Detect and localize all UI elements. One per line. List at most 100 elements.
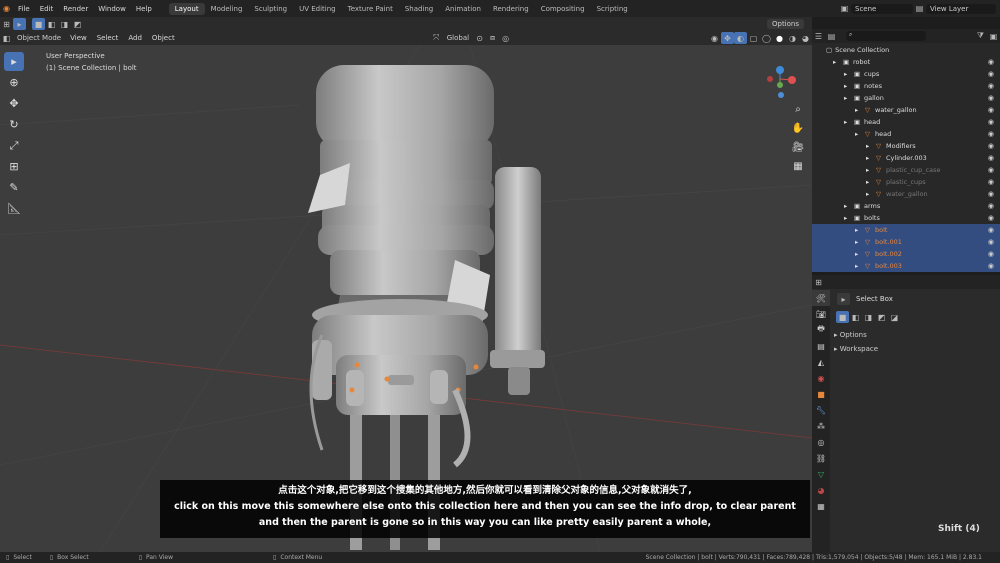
options-panel[interactable]: ▸ Options: [834, 331, 867, 339]
expand-chevron-icon[interactable]: ▸: [844, 202, 847, 210]
expand-chevron-icon[interactable]: ▸: [855, 106, 858, 114]
visibility-eye-icon[interactable]: ◉: [988, 238, 994, 246]
outliner-row[interactable]: ▸ ▣ cups ◉: [812, 68, 1000, 80]
expand-chevron-icon[interactable]: ▸: [855, 130, 858, 138]
mode-set-icon[interactable]: ■: [836, 311, 849, 323]
outliner-row[interactable]: ▸ ▽ water_gallon ◉: [812, 188, 1000, 200]
new-collection-icon[interactable]: ▣: [987, 30, 1000, 42]
outliner-editor-icon[interactable]: ☰: [812, 30, 825, 42]
outliner-row[interactable]: ▸ ▽ plastic_cups ◉: [812, 176, 1000, 188]
expand-chevron-icon[interactable]: ▸: [844, 118, 847, 126]
visibility-eye-icon[interactable]: ◉: [988, 190, 994, 198]
menu-object[interactable]: Object: [147, 34, 180, 42]
pivot-icon[interactable]: ⊙: [473, 32, 486, 44]
outliner-row[interactable]: ▸ ▽ plastic_cup_case ◉: [812, 164, 1000, 176]
expand-chevron-icon[interactable]: ▸: [833, 58, 836, 66]
material-tab-icon[interactable]: ◕: [812, 482, 830, 498]
visibility-eye-icon[interactable]: ◉: [988, 250, 994, 258]
mode-dropdown[interactable]: Object Mode: [13, 34, 65, 42]
outliner-row[interactable]: ▸ ▽ bolt.002 ◉: [812, 248, 1000, 260]
visibility-eye-icon[interactable]: ◉: [988, 106, 994, 114]
shading-wireframe-icon[interactable]: ◯: [760, 32, 773, 44]
transform-orientation-dropdown[interactable]: Global: [443, 34, 473, 42]
outliner-row[interactable]: ▸ ▣ arms ◉: [812, 200, 1000, 212]
outliner-row[interactable]: ▸ ▽ water_gallon ◉: [812, 104, 1000, 116]
mode-extend-icon[interactable]: ◧: [849, 311, 862, 323]
filter-icon[interactable]: ⧩: [974, 30, 987, 42]
expand-chevron-icon[interactable]: ▸: [844, 214, 847, 222]
outliner-row[interactable]: ▸ ▣ gallon ◉: [812, 92, 1000, 104]
tab-shading[interactable]: Shading: [399, 3, 439, 15]
expand-chevron-icon[interactable]: ▸: [866, 190, 869, 198]
scene-selector[interactable]: Scene: [851, 3, 913, 14]
outliner-search-input[interactable]: ⌕: [846, 31, 926, 41]
visibility-eye-icon[interactable]: ◉: [988, 94, 994, 102]
menu-select[interactable]: Select: [92, 34, 124, 42]
outliner-row[interactable]: ▸ ▽ Modifiers ◉: [812, 140, 1000, 152]
modifier-tab-icon[interactable]: 🔧︎: [812, 402, 830, 418]
select-mode-subtract-icon[interactable]: ◨: [58, 18, 71, 30]
expand-chevron-icon[interactable]: ▸: [844, 82, 847, 90]
mode-intersect-icon[interactable]: ◪: [888, 311, 901, 323]
visibility-eye-icon[interactable]: ◉: [988, 70, 994, 78]
tab-sculpting[interactable]: Sculpting: [248, 3, 293, 15]
select-mode-invert-icon[interactable]: ◩: [71, 18, 84, 30]
expand-chevron-icon[interactable]: ▸: [855, 238, 858, 246]
menu-window[interactable]: Window: [93, 5, 131, 13]
outliner-row[interactable]: ▸ ▣ head ◉: [812, 116, 1000, 128]
expand-chevron-icon[interactable]: ▸: [866, 178, 869, 186]
measure-tool-icon[interactable]: 📐︎: [4, 199, 24, 218]
menu-view[interactable]: View: [65, 34, 92, 42]
menu-file[interactable]: File: [13, 5, 35, 13]
visibility-eye-icon[interactable]: ◉: [988, 82, 994, 90]
world-tab-icon[interactable]: ◉: [812, 370, 830, 386]
visibility-eye-icon[interactable]: ◉: [988, 154, 994, 162]
constraints-tab-icon[interactable]: ⛓︎: [812, 450, 830, 466]
grid-view-icon[interactable]: ▦: [790, 157, 806, 176]
visibility-eye-icon[interactable]: ◉: [988, 262, 994, 270]
visibility-eye-icon[interactable]: ◉: [988, 178, 994, 186]
outliner-row[interactable]: ▸ ▣ notes ◉: [812, 80, 1000, 92]
menu-render[interactable]: Render: [58, 5, 93, 13]
menu-add[interactable]: Add: [123, 34, 147, 42]
visibility-icon[interactable]: ◉: [708, 32, 721, 44]
menu-edit[interactable]: Edit: [35, 5, 59, 13]
options-dropdown[interactable]: Options: [766, 19, 804, 29]
workspace-panel[interactable]: ▸ Workspace: [834, 345, 878, 353]
outliner-row[interactable]: ▸ ▽ bolt ◉: [812, 224, 1000, 236]
expand-chevron-icon[interactable]: ▸: [844, 70, 847, 78]
3d-viewport[interactable]: User Perspective (1) Scene Collection | …: [0, 45, 812, 552]
view-layer-selector[interactable]: View Layer: [926, 3, 996, 14]
tab-layout[interactable]: Layout: [168, 2, 205, 15]
snap-icon[interactable]: ⧈: [486, 32, 499, 44]
expand-chevron-icon[interactable]: ▸: [855, 226, 858, 234]
select-box-tool-icon[interactable]: ▸: [4, 52, 24, 71]
outliner-row[interactable]: ▸ ▽ bolt.001 ◉: [812, 236, 1000, 248]
gizmo-icon[interactable]: ✥: [721, 32, 734, 44]
tab-scripting[interactable]: Scripting: [591, 3, 634, 15]
cursor-tool-icon[interactable]: ⊕: [4, 73, 24, 92]
tab-compositing[interactable]: Compositing: [535, 3, 591, 15]
data-tab-icon[interactable]: ▽: [812, 466, 830, 482]
object-tab-icon[interactable]: ■: [812, 386, 830, 402]
expand-chevron-icon[interactable]: ▸: [855, 250, 858, 258]
view-layer-tab-icon[interactable]: ▤: [812, 338, 830, 354]
outliner-row[interactable]: ▸ ▽ head ◉: [812, 128, 1000, 140]
expand-chevron-icon[interactable]: ▸: [866, 166, 869, 174]
tab-animation[interactable]: Animation: [439, 3, 487, 15]
camera-icon[interactable]: 🎥︎: [790, 138, 806, 157]
physics-tab-icon[interactable]: ◎: [812, 434, 830, 450]
blender-logo-icon[interactable]: ◉: [0, 3, 13, 15]
shading-material-icon[interactable]: ◑: [786, 32, 799, 44]
shading-rendered-icon[interactable]: ◕: [799, 32, 812, 44]
expand-chevron-icon[interactable]: ▸: [855, 262, 858, 270]
visibility-eye-icon[interactable]: ◉: [988, 166, 994, 174]
shading-solid-icon[interactable]: ●: [773, 32, 786, 44]
visibility-eye-icon[interactable]: ◉: [988, 226, 994, 234]
expand-chevron-icon[interactable]: ▸: [866, 142, 869, 150]
tool-tab-icon[interactable]: 🛠︎: [812, 290, 830, 306]
outliner-row[interactable]: ▸ ▽ Cylinder.003 ◉: [812, 152, 1000, 164]
visibility-eye-icon[interactable]: ◉: [988, 58, 994, 66]
outliner-row[interactable]: ▸ ▽ bolt.003 ◉: [812, 260, 1000, 272]
overlay-icon[interactable]: ◐: [734, 32, 747, 44]
